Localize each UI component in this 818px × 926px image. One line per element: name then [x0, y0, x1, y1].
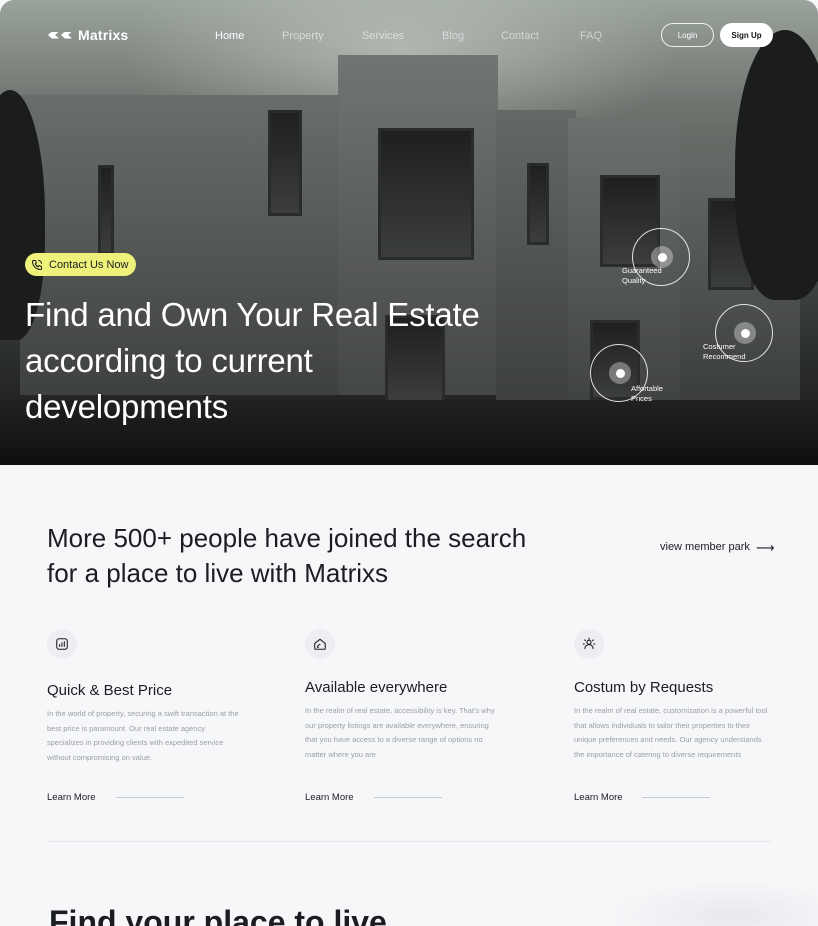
hero-title: Find and Own Your Real Estate according … [25, 296, 480, 425]
learn-more-link[interactable]: Learn More [574, 792, 623, 803]
top-navigation: Matrixs Home Property Services Blog Cont… [0, 0, 818, 70]
badge-label-line: Guaranteed [622, 266, 662, 275]
view-member-park-label: view member park [660, 541, 750, 553]
nav-item-faq[interactable]: FAQ [580, 30, 602, 42]
building-block [496, 110, 576, 400]
badge-label-line: Quality [622, 276, 646, 285]
nav-item-services[interactable]: Services [362, 30, 404, 42]
bottom-section-title: Find your place to live [49, 904, 387, 926]
learn-more-line [116, 797, 184, 798]
feature-description: In the realm of real estate, accessibili… [305, 706, 495, 759]
building-window [98, 165, 114, 255]
badge-disc [609, 362, 631, 384]
feature-title: Costum by Requests [574, 679, 714, 696]
learn-more-link[interactable]: Learn More [47, 792, 96, 803]
hero-section: Matrixs Home Property Services Blog Cont… [0, 0, 818, 465]
badge-label-line: Affortable [631, 384, 663, 393]
building-window [378, 128, 474, 260]
logo-icon [48, 31, 72, 39]
nav-item-home[interactable]: Home [215, 30, 244, 42]
tree [735, 30, 818, 300]
login-button[interactable]: Login [661, 23, 714, 47]
nav-item-property[interactable]: Property [282, 30, 324, 42]
badge-dot [740, 328, 750, 338]
chart-icon [47, 629, 77, 659]
building-window [527, 163, 549, 245]
contact-us-button[interactable]: Contact Us Now [25, 253, 137, 276]
badge-label-line: Recommend [703, 352, 746, 361]
phone-icon [32, 259, 42, 270]
section-headline: More 500+ people have joined the search … [47, 523, 527, 588]
nav-item-contact[interactable]: Contact [501, 30, 539, 42]
badge-label: Affortable Prices [631, 384, 663, 404]
view-member-park-link[interactable]: view member park ⟶ [660, 539, 775, 555]
user-settings-icon [574, 629, 604, 659]
learn-more-link[interactable]: Learn More [305, 792, 354, 803]
feature-title: Quick & Best Price [47, 682, 173, 699]
learn-more-line [374, 797, 442, 798]
feature-title: Available everywhere [305, 679, 448, 696]
feature-description: In the realm of real estate, customizati… [574, 706, 768, 759]
badge-dot [657, 252, 667, 262]
decorative-blob [600, 880, 818, 926]
contact-us-label: Contact Us Now [49, 258, 129, 271]
home-wifi-icon [305, 629, 335, 659]
badge-disc [734, 322, 756, 344]
badge-label: Guaranteed Quality [622, 266, 662, 286]
nav-item-blog[interactable]: Blog [442, 30, 464, 42]
learn-more-line [642, 797, 710, 798]
signup-button[interactable]: Sign Up [720, 23, 773, 47]
arrow-right-icon: ⟶ [755, 539, 775, 555]
badge-dot [615, 368, 625, 378]
badge-label-line: Prices [631, 394, 652, 403]
section-divider [47, 841, 771, 842]
badge-label: Costumer Recommend [703, 342, 746, 362]
brand-logo[interactable]: Matrixs [48, 27, 128, 43]
building-window [268, 110, 302, 216]
badge-label-line: Costumer [703, 342, 736, 351]
brand-name: Matrixs [78, 27, 129, 43]
feature-description: In the world of property, securing a swi… [47, 709, 239, 762]
badge-disc [651, 246, 673, 268]
